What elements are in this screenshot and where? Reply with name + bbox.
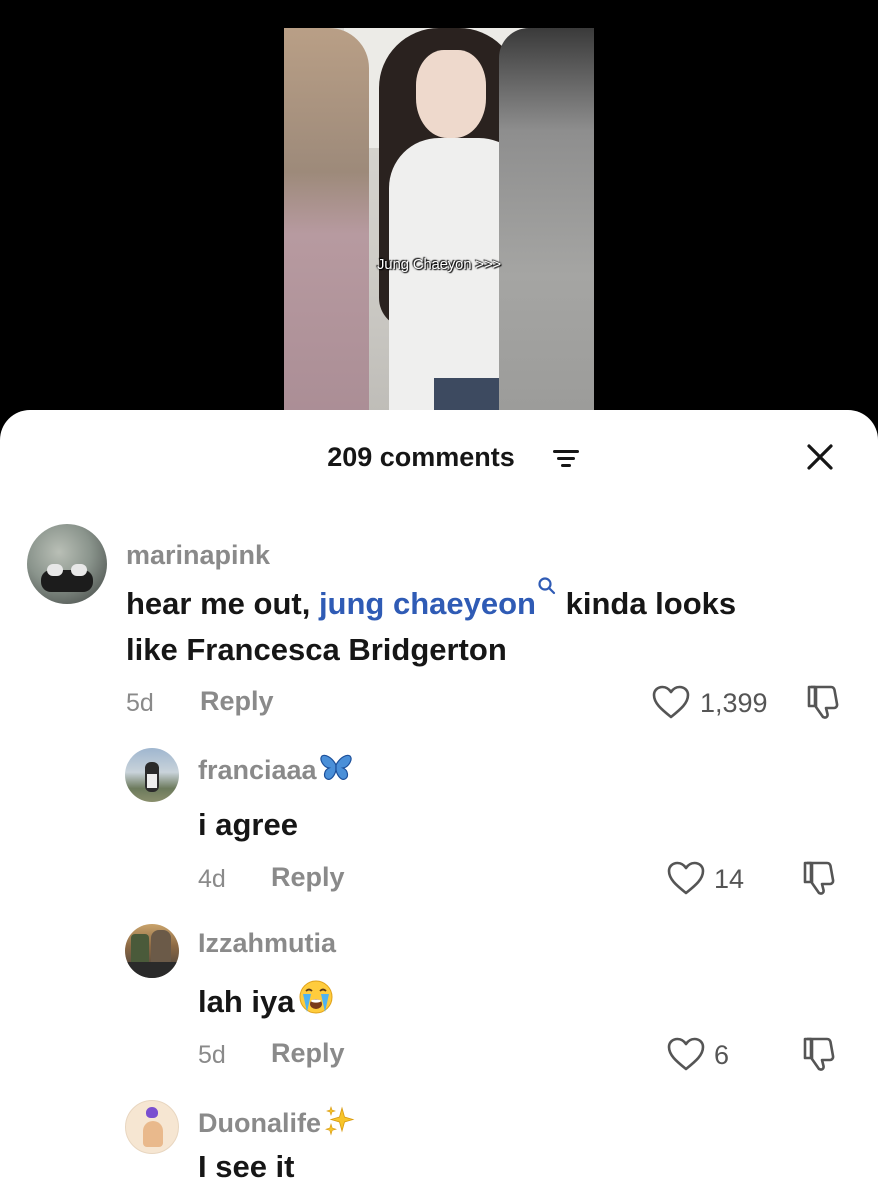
reply-button[interactable]: Reply (200, 686, 274, 717)
comment-reply-item: Izzahmutia lah iya 5d Reply 6 (0, 922, 878, 1082)
reply-button[interactable]: Reply (271, 862, 345, 893)
loudly-crying-face-icon (299, 980, 332, 1014)
like-count: 6 (714, 1040, 730, 1070)
video-person-face (416, 50, 486, 138)
comment-username-text[interactable]: franciaaa (198, 755, 317, 785)
comment-username[interactable]: marinapink (126, 540, 270, 571)
comment-username[interactable]: Duonalife (198, 1104, 357, 1139)
butterfly-icon (319, 754, 352, 780)
avatar[interactable] (125, 924, 179, 978)
video-player[interactable]: Jung Chaeyon >>> (0, 0, 878, 440)
like-count: 1,399 (700, 688, 768, 718)
dislike-icon[interactable] (805, 682, 843, 720)
comments-count: 209 comments (327, 442, 515, 472)
video-caption: Jung Chaeyon >>> (377, 256, 501, 273)
mention-text[interactable]: jung chaeyeon (319, 586, 536, 621)
comment-time: 5d (198, 1041, 226, 1069)
comment-text: hear me out, jung chaeyeon kinda looks l… (126, 576, 846, 673)
comment-username[interactable]: franciaaa (198, 753, 353, 786)
comment-text-part: lah iya (198, 984, 295, 1019)
comment-username-text[interactable]: Duonalife (198, 1108, 321, 1138)
comment-reply-item: Duonalife I see it (0, 1098, 878, 1200)
comment-item: marinapink hear me out, jung chaeyeon ki… (0, 520, 878, 720)
dislike-icon[interactable] (801, 858, 839, 896)
video-person-right (499, 28, 594, 440)
avatar[interactable] (125, 748, 179, 802)
comment-username[interactable]: Izzahmutia (198, 928, 336, 959)
like-count: 14 (714, 864, 745, 894)
comment-text: I see it (198, 1149, 295, 1184)
avatar[interactable] (27, 524, 107, 604)
comment-text-part: kinda looks (556, 586, 737, 621)
sparkles-icon (325, 1106, 355, 1136)
avatar[interactable] (125, 1100, 179, 1154)
heart-icon[interactable] (666, 860, 706, 896)
close-icon[interactable] (803, 440, 837, 474)
reply-button[interactable]: Reply (271, 1038, 345, 1069)
comment-text: lah iya (198, 978, 335, 1025)
sort-filter-icon[interactable] (553, 448, 579, 468)
video-frame[interactable]: Jung Chaeyon >>> (284, 28, 594, 440)
comments-sheet: 209 comments marinapink hear me out, jun… (0, 410, 878, 1200)
comment-text: i agree (198, 807, 298, 842)
mention-link[interactable]: jung chaeyeon (319, 577, 557, 621)
dislike-icon[interactable] (801, 1034, 839, 1072)
search-icon[interactable] (537, 576, 557, 596)
comment-time: 4d (198, 865, 226, 893)
comment-time: 5d (126, 689, 154, 717)
comments-header: 209 comments (0, 436, 878, 480)
comment-text-part: like Francesca Bridgerton (126, 632, 507, 667)
heart-icon[interactable] (666, 1036, 706, 1072)
heart-icon[interactable] (651, 684, 691, 720)
comment-reply-item: franciaaa i agree 4d Reply 14 (0, 746, 878, 906)
comment-text-part: hear me out, (126, 586, 319, 621)
video-person-left (284, 28, 369, 440)
